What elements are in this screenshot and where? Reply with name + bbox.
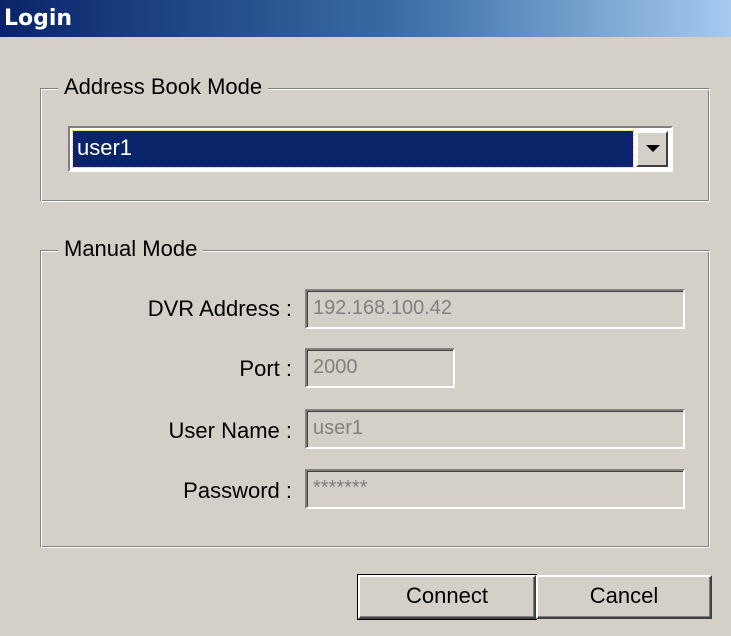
port-label: Port : [239, 356, 292, 381]
user-name-field[interactable]: user1 [305, 409, 685, 449]
dvr-address-label: DVR Address : [147, 296, 292, 321]
login-dialog: Login Address Book Mode user1 Manual Mod… [0, 0, 731, 636]
dvr-address-field[interactable]: 192.168.100.42 [305, 289, 685, 329]
cancel-button[interactable]: Cancel [536, 575, 712, 619]
port-field[interactable]: 2000 [305, 348, 455, 388]
password-field[interactable]: ******* [305, 469, 685, 509]
user-name-label: User Name : [168, 418, 292, 443]
title-bar[interactable]: Login [0, 0, 731, 37]
chevron-down-icon [646, 145, 660, 152]
address-book-legend: Address Book Mode [58, 74, 269, 100]
connect-button[interactable]: Connect [357, 574, 537, 620]
dropdown-button[interactable] [636, 131, 668, 167]
window-title: Login [4, 6, 73, 31]
manual-mode-legend: Manual Mode [58, 236, 204, 262]
address-book-selected: user1 [72, 130, 634, 168]
password-label: Password : [183, 478, 292, 503]
address-book-dropdown[interactable]: user1 [68, 126, 673, 172]
